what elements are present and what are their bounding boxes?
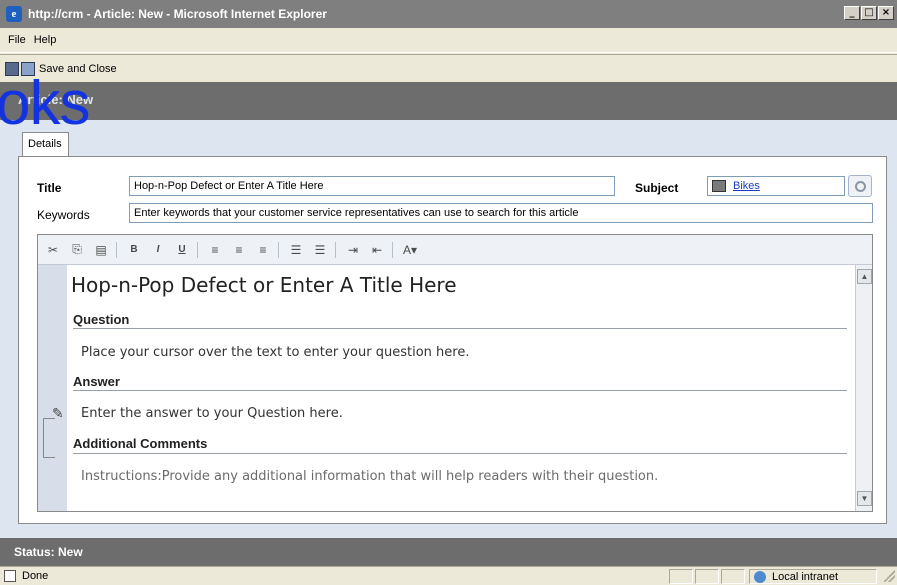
intranet-icon (754, 570, 766, 583)
numbered-list-icon[interactable]: ☰ (287, 241, 305, 259)
question-rule (73, 328, 847, 329)
zone-label: Local intranet (772, 570, 839, 583)
answer-bracket (43, 418, 55, 458)
article-title[interactable]: Hop-n-Pop Defect or Enter A Title Here (71, 273, 457, 297)
align-left-icon[interactable]: ≡ (206, 241, 224, 259)
close-button[interactable]: × (878, 6, 894, 20)
subject-label: Subject (635, 181, 679, 195)
bulleted-list-icon[interactable]: ☰ (311, 241, 329, 259)
form-status-strip: Status: New (0, 538, 897, 566)
window-title: http://crm - Article: New - Microsoft In… (28, 7, 327, 21)
comments-text[interactable]: Instructions:Provide any additional info… (81, 469, 658, 484)
status-cell (695, 569, 719, 584)
title-label: Title (37, 181, 62, 195)
editor-toolbar: ✂ ⎘ ▤ B I U ≡ ≡ ≡ ☰ ☰ ⇥ ⇤ A▾ (38, 235, 872, 265)
page-icon (4, 570, 16, 582)
toolbar-separator (197, 241, 198, 258)
question-text[interactable]: Place your cursor over the text to enter… (81, 345, 469, 360)
subject-lookup[interactable]: Bikes (707, 176, 845, 196)
menu-file[interactable]: File (8, 34, 26, 46)
align-center-icon[interactable]: ≡ (230, 241, 248, 259)
underline-icon[interactable]: U (173, 241, 191, 259)
window-controls: _ □ × (844, 6, 894, 20)
keywords-label: Keywords (37, 208, 90, 222)
internet-explorer-icon: e (6, 6, 22, 22)
status-cell (721, 569, 745, 584)
toolbar-separator (116, 241, 117, 258)
cut-icon[interactable]: ✂ (44, 241, 62, 259)
copy-icon[interactable]: ⎘ (68, 241, 86, 259)
paste-icon[interactable]: ▤ (92, 241, 110, 259)
subject-value-link[interactable]: Bikes (733, 180, 760, 192)
align-right-icon[interactable]: ≡ (254, 241, 272, 259)
form-toolbar: Save and Close (0, 54, 897, 82)
font-color-icon[interactable]: A▾ (401, 241, 419, 259)
title-input[interactable]: Hop-n-Pop Defect or Enter A Title Here (129, 176, 615, 196)
maximize-button[interactable]: □ (861, 6, 877, 20)
window-title-bar: e http://crm - Article: New - Microsoft … (0, 0, 897, 28)
browser-status-bar: Done Local intranet (0, 566, 897, 585)
toolbar-separator (278, 241, 279, 258)
status-cell (669, 569, 693, 584)
book-icon (712, 180, 726, 192)
keywords-input[interactable]: Enter keywords that your customer servic… (129, 203, 873, 223)
scroll-down-button[interactable]: ▼ (857, 491, 872, 506)
comments-heading: Additional Comments (73, 436, 208, 451)
minimize-button[interactable]: _ (844, 6, 860, 20)
comments-rule (73, 453, 847, 454)
security-zone: Local intranet (749, 569, 877, 584)
resize-grip-icon[interactable] (883, 570, 895, 582)
magnifier-icon (854, 180, 866, 192)
answer-heading: Answer (73, 374, 120, 389)
form-status: Status: New (14, 545, 83, 559)
menu-bar: File Help (0, 28, 897, 53)
decrease-indent-icon[interactable]: ⇤ (368, 241, 386, 259)
watermark-text: oks (0, 69, 90, 138)
bold-icon[interactable]: B (125, 241, 143, 259)
answer-text[interactable]: Enter the answer to your Question here. (81, 406, 343, 421)
scroll-up-button[interactable]: ▲ (857, 269, 872, 284)
form-header: Article: New (0, 82, 897, 120)
answer-rule (73, 390, 847, 391)
subject-lookup-button[interactable] (848, 175, 872, 197)
question-heading: Question (73, 312, 130, 327)
editor-gutter: ✎ (38, 265, 66, 511)
browser-status-text: Done (22, 570, 49, 582)
italic-icon[interactable]: I (149, 241, 167, 259)
toolbar-separator (335, 241, 336, 258)
editor-scrollbar[interactable]: ▲ ▼ (855, 265, 872, 511)
toolbar-separator (392, 241, 393, 258)
status-cells (669, 569, 745, 584)
increase-indent-icon[interactable]: ⇥ (344, 241, 362, 259)
menu-help[interactable]: Help (34, 34, 57, 46)
